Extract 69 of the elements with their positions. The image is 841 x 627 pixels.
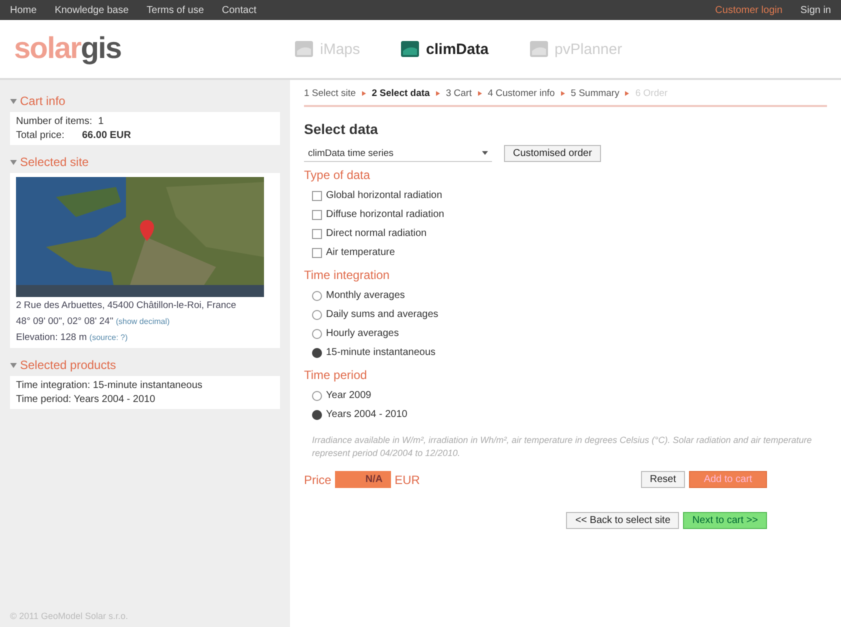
price-label: Total price: (16, 130, 66, 141)
option-label: Direct normal radiation (326, 228, 427, 239)
site-elevation: Elevation: 128 m (16, 332, 87, 343)
option-label: Monthly averages (326, 290, 405, 301)
wizard-step[interactable]: 2 Select data (372, 88, 430, 99)
app-tab[interactable]: climData (400, 39, 489, 59)
step-separator-icon (625, 91, 630, 96)
nav-link[interactable]: Contact (222, 4, 256, 16)
radio-button[interactable] (312, 410, 322, 420)
page-title: Select data (304, 121, 379, 137)
site-coordinates: 48° 09' 00", 02° 08' 24" (16, 316, 114, 327)
radio-button[interactable] (312, 348, 322, 358)
reset-button[interactable]: Reset (640, 471, 685, 488)
option-label: 15-minute instantaneous (326, 347, 436, 358)
source-link[interactable]: (source: ?) (89, 332, 128, 342)
step-separator-icon (560, 91, 565, 96)
checkbox[interactable] (312, 228, 322, 238)
collapse-icon[interactable] (10, 160, 17, 164)
account-link[interactable]: Customer login (715, 4, 782, 16)
checkbox[interactable] (312, 248, 322, 258)
checkbox[interactable] (312, 190, 322, 200)
collapse-icon[interactable] (10, 98, 17, 104)
checkbox[interactable] (312, 210, 322, 220)
group-title: Type of data (304, 168, 372, 182)
option-label: Years 2004 - 2010 (326, 409, 408, 420)
app-icon (294, 39, 314, 59)
option-label: Hourly averages (326, 328, 399, 339)
nav-link[interactable]: Knowledge base (54, 4, 129, 16)
collapse-icon[interactable] (10, 362, 17, 368)
wizard-step[interactable]: 4 Customer info (488, 88, 555, 99)
wizard-step[interactable]: 5 Summary (570, 88, 620, 99)
caret-icon (482, 151, 488, 155)
group-title: Time integration (304, 268, 391, 282)
step-separator-icon (436, 91, 440, 96)
wizard-step[interactable]: 3 Cart (446, 88, 472, 99)
group-title: Time period (304, 368, 368, 382)
back-button[interactable]: << Back to select site (566, 512, 680, 530)
wizard-step[interactable]: 1 Select site (304, 88, 356, 99)
app-icon (528, 39, 549, 59)
radio-button[interactable] (312, 310, 322, 320)
step-separator-icon (478, 91, 482, 96)
nav-link[interactable]: Home (10, 4, 37, 16)
decimal-link[interactable]: (show decimal) (116, 316, 170, 326)
items-label: Number of items: (16, 116, 92, 127)
step-separator-icon (362, 91, 366, 96)
option-label: Global horizontal radiation (326, 190, 442, 201)
logo: solargis (13, 32, 122, 66)
option-label: Daily sums and averages (326, 309, 438, 320)
price-value: 66.00 EUR (82, 130, 131, 141)
app-icon (400, 39, 420, 59)
radio-button[interactable] (312, 390, 322, 400)
option-label: Diffuse horizontal radiation (326, 209, 444, 220)
price-label: Price (304, 472, 332, 487)
product-select[interactable]: climData time series (304, 146, 492, 162)
nav-link[interactable]: Terms of use (146, 4, 204, 16)
product-line: Time integration: 15-minute instantaneous (16, 380, 204, 392)
data-note: Irradiance available in W/m², irradiation in Wh/m², air temperature in degrees Celsius (°C). Solar radiation and air temperature represent period 04/2004 to 12/2010. (312, 434, 812, 460)
option-label: Air temperature (326, 247, 395, 258)
option-label: Year 2009 (326, 390, 372, 401)
next-button[interactable]: Next to cart >> (683, 512, 767, 530)
sign-in-link[interactable]: Sign in (800, 4, 831, 16)
customised-order-button[interactable]: Customised order (504, 145, 601, 162)
radio-button[interactable] (312, 328, 322, 338)
price-field: N/A (335, 471, 391, 488)
currency-label: EUR (394, 472, 420, 487)
site-address: 2 Rue des Arbuettes, 45400 Châtillon-le-Roi, France (16, 300, 238, 313)
product-line: Time period: Years 2004 - 2010 (16, 394, 156, 406)
items-value: 1 (98, 116, 104, 127)
radio-button[interactable] (312, 290, 322, 300)
